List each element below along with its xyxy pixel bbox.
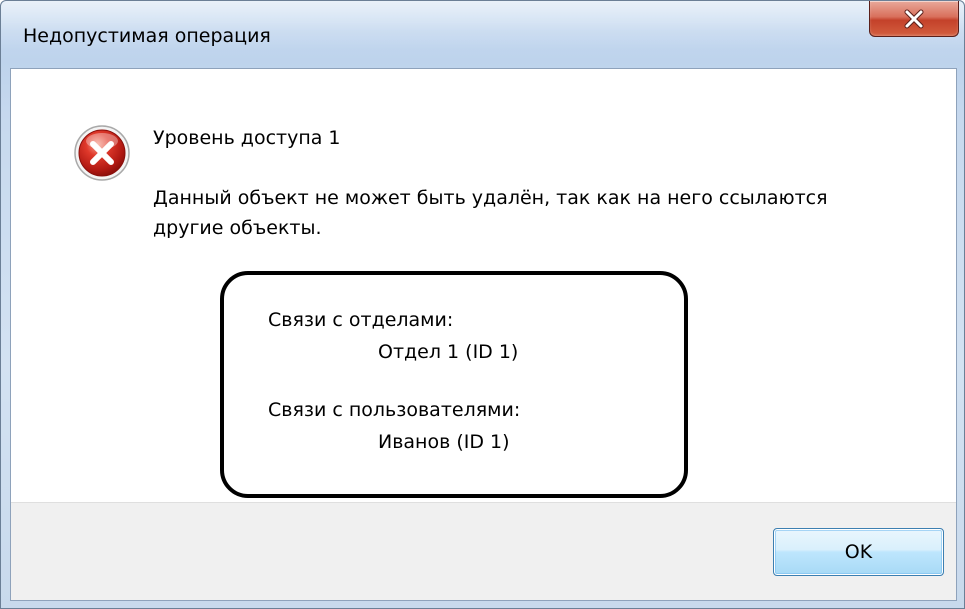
error-icon — [73, 124, 131, 186]
close-button[interactable] — [869, 1, 959, 37]
close-icon — [904, 9, 924, 28]
user-item: Иванов (ID 1) — [378, 431, 510, 453]
department-item: Отдел 1 (ID 1) — [378, 341, 519, 363]
message-line-2: другие объекты. — [153, 217, 322, 239]
dialog-client-area: Уровень доступа 1 Данный объект не может… — [10, 68, 957, 601]
dialog-window: Недопустимая операция Уровень доступа 1 … — [0, 0, 965, 609]
users-label: Связи с пользователями: — [268, 399, 521, 421]
window-title: Недопустимая операция — [23, 25, 271, 47]
message-line-1: Данный объект не может быть удалён, так … — [153, 187, 828, 209]
ok-button[interactable]: OK — [773, 528, 944, 576]
departments-label: Связи с отделами: — [268, 309, 454, 331]
message-heading: Уровень доступа 1 — [153, 127, 341, 149]
message-text: Данный объект не может быть удалён, так … — [153, 183, 893, 243]
details-box: Связи с отделами: Отдел 1 (ID 1) Связи с… — [220, 271, 688, 498]
